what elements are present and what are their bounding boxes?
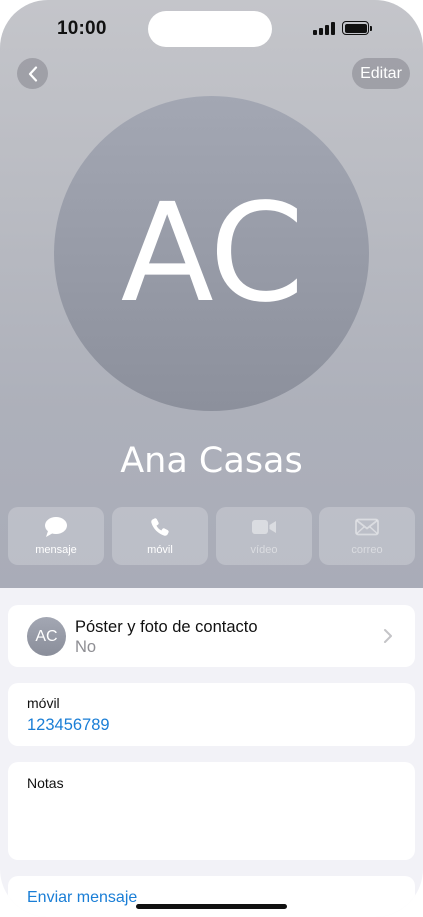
poster-avatar: AC (27, 617, 66, 656)
dynamic-island (148, 11, 272, 47)
mail-icon (355, 518, 379, 536)
message-button[interactable]: mensaje (8, 507, 104, 565)
send-message-link[interactable]: Enviar mensaje (27, 889, 137, 907)
message-icon (45, 517, 67, 537)
phone-number[interactable]: 123456789 (27, 716, 110, 735)
chevron-right-icon (384, 629, 392, 643)
notes-field[interactable]: Notas (8, 762, 415, 860)
contact-avatar: AC (54, 96, 369, 411)
phone-label: móvil (27, 695, 60, 711)
contact-detail-screen: 10:00 Editar AC Ana Casas mensaje móvil … (0, 0, 423, 917)
battery-icon (342, 21, 372, 35)
contact-poster-row[interactable]: AC Póster y foto de contacto No (8, 605, 415, 667)
edit-button[interactable]: Editar (352, 58, 410, 89)
avatar-initials: AC (120, 174, 305, 333)
video-label: vídeo (250, 544, 278, 556)
phone-icon (151, 518, 169, 536)
message-label: mensaje (35, 544, 77, 556)
video-button[interactable]: vídeo (216, 507, 312, 565)
poster-title: Póster y foto de contacto (75, 618, 258, 636)
call-label: móvil (147, 544, 173, 556)
phone-field[interactable]: móvil 123456789 (8, 683, 415, 746)
video-icon (252, 520, 276, 534)
notes-label: Notas (27, 775, 64, 791)
send-message-row[interactable]: Enviar mensaje (8, 876, 415, 917)
poster-value: No (75, 638, 97, 656)
action-buttons: mensaje móvil vídeo correo (8, 507, 415, 565)
home-indicator[interactable] (136, 904, 287, 909)
signal-icon (313, 22, 337, 35)
contact-header: 10:00 Editar AC Ana Casas mensaje móvil … (0, 0, 423, 588)
back-button[interactable] (17, 58, 48, 89)
status-time: 10:00 (57, 18, 107, 39)
mail-button[interactable]: correo (319, 507, 415, 565)
contact-name: Ana Casas (120, 441, 303, 481)
chevron-left-icon (28, 65, 37, 82)
call-button[interactable]: móvil (112, 507, 208, 565)
mail-label: correo (351, 544, 383, 556)
